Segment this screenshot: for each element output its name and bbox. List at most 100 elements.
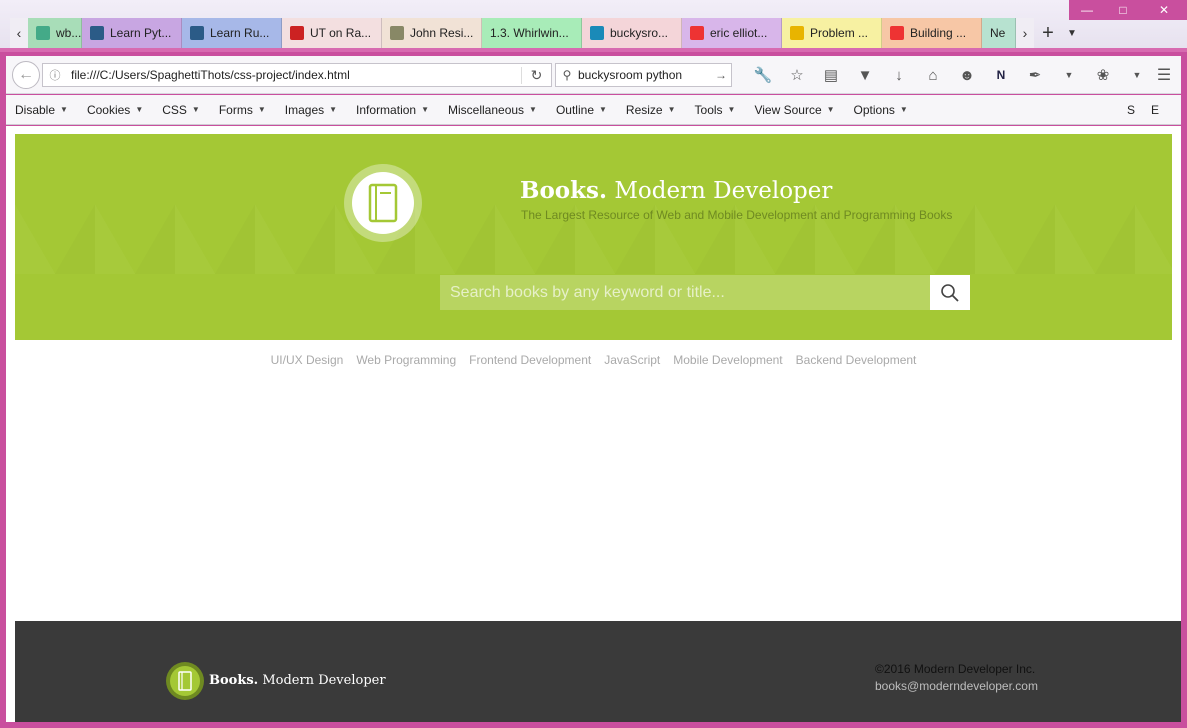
url-text[interactable]: file:///C:/Users/SpaghettiThots/css-proj… bbox=[67, 68, 521, 82]
footer-book-logo bbox=[166, 662, 204, 700]
devbar-menu-label: Options bbox=[853, 102, 895, 117]
caret-down-icon: ▼ bbox=[191, 105, 200, 114]
browser-tab[interactable]: eric elliot... bbox=[682, 18, 782, 48]
search-go-icon[interactable]: → bbox=[711, 68, 731, 82]
window-controls: — □ ✕ bbox=[1069, 0, 1187, 20]
tagline: The Largest Resource of Web and Mobile D… bbox=[521, 208, 953, 222]
bookmark-star-icon[interactable]: ☆ bbox=[780, 64, 814, 86]
brand-bold: Books. bbox=[520, 177, 608, 204]
browser-tab[interactable]: UT on Ra... bbox=[282, 18, 382, 48]
caret-down-icon: ▼ bbox=[257, 105, 266, 114]
footer-book-icon bbox=[178, 671, 192, 691]
tab-favicon-icon bbox=[890, 26, 904, 40]
browser-tab[interactable]: Learn Pyt... bbox=[82, 18, 182, 48]
title-bar: — □ ✕ ‹ wb... Learn Pyt... Learn Ru... UT o… bbox=[0, 0, 1187, 52]
home-icon[interactable]: ⌂ bbox=[916, 64, 950, 86]
devbar-menu-tools[interactable]: Tools ▼ bbox=[686, 103, 746, 117]
caret-down-icon: ▼ bbox=[667, 105, 676, 114]
devbar-menu-css[interactable]: CSS ▼ bbox=[153, 103, 210, 117]
dropdown-icon[interactable]: ▼ bbox=[1052, 64, 1086, 86]
tab-strip: ‹ wb... Learn Pyt... Learn Ru... UT on Ra..… bbox=[10, 18, 1082, 48]
category-link[interactable]: UI/UX Design bbox=[271, 353, 344, 367]
tab-label: Learn Ru... bbox=[210, 26, 270, 40]
download-icon[interactable]: ↓ bbox=[882, 64, 916, 86]
reading-list-icon[interactable]: ▤ bbox=[814, 64, 848, 86]
extension-n-icon[interactable]: N bbox=[984, 64, 1018, 86]
devbar-right: SE bbox=[1127, 103, 1181, 117]
book-logo bbox=[344, 164, 422, 242]
devbar-menu-options[interactable]: Options ▼ bbox=[845, 103, 918, 117]
browser-tab[interactable]: wb... bbox=[28, 18, 82, 48]
bug-icon[interactable]: ❀ bbox=[1086, 64, 1120, 86]
site-brand: Books. Modern Developer bbox=[520, 177, 832, 204]
devbar-menu-images[interactable]: Images ▼ bbox=[276, 103, 347, 117]
tab-favicon-icon bbox=[290, 26, 304, 40]
devbar-menu-outline[interactable]: Outline ▼ bbox=[547, 103, 617, 117]
tab-favicon-icon bbox=[190, 26, 204, 40]
search-bar-text[interactable]: buckysroom python bbox=[578, 68, 711, 82]
book-icon bbox=[368, 183, 398, 223]
devbar-menu-label: Miscellaneous bbox=[448, 102, 525, 117]
devbar-menu-resize[interactable]: Resize ▼ bbox=[617, 103, 686, 117]
pocket-icon[interactable]: ▼ bbox=[848, 64, 882, 86]
tab-scroll-right-icon[interactable]: › bbox=[1016, 18, 1034, 48]
devbar-menu-label: Forms bbox=[218, 102, 253, 117]
tab-scroll-left-icon[interactable]: ‹ bbox=[10, 18, 28, 48]
search-bar[interactable]: ⚲ buckysroom python → bbox=[555, 63, 732, 87]
maximize-icon[interactable]: □ bbox=[1105, 0, 1141, 20]
eyedropper-icon[interactable]: ✒ bbox=[1018, 64, 1052, 86]
reload-icon[interactable]: ↻ bbox=[521, 66, 551, 84]
tab-label: Problem ... bbox=[810, 26, 869, 40]
dropdown-2-icon[interactable]: ▼ bbox=[1120, 64, 1154, 86]
browser-tab[interactable]: 1.3. Whirlwin... bbox=[482, 18, 582, 48]
category-link[interactable]: Frontend Development bbox=[469, 353, 591, 367]
browser-tab[interactable]: Problem ... bbox=[782, 18, 882, 48]
back-button[interactable]: ← bbox=[12, 61, 40, 89]
devbar-menu-label: Outline bbox=[555, 102, 594, 117]
tab-label: buckysro... bbox=[610, 26, 669, 40]
book-search-button[interactable] bbox=[930, 275, 970, 310]
devbar-menu-miscellaneous[interactable]: Miscellaneous ▼ bbox=[439, 103, 547, 117]
devbar-menu-label: Images bbox=[284, 102, 325, 117]
tab-label: 1.3. Whirlwin... bbox=[490, 26, 569, 40]
menu-icon[interactable]: ☰ bbox=[1153, 65, 1175, 85]
category-link[interactable]: JavaScript bbox=[604, 353, 660, 367]
book-search-input[interactable] bbox=[440, 275, 930, 310]
devbar-right-item[interactable]: E bbox=[1151, 103, 1159, 117]
new-tab-icon[interactable]: + bbox=[1034, 18, 1062, 48]
category-link[interactable]: Web Programming bbox=[356, 353, 456, 367]
category-link[interactable]: Backend Development bbox=[796, 353, 917, 367]
tab-label: Learn Pyt... bbox=[110, 26, 172, 40]
caret-down-icon: ▼ bbox=[826, 105, 835, 114]
devbar-menu-information[interactable]: Information ▼ bbox=[347, 103, 439, 117]
devbar-menu-cookies[interactable]: Cookies ▼ bbox=[78, 103, 153, 117]
category-link[interactable]: Mobile Development bbox=[673, 353, 782, 367]
browser-tab[interactable]: buckysro... bbox=[582, 18, 682, 48]
info-icon[interactable]: ⓘ bbox=[43, 67, 67, 83]
minimize-icon[interactable]: — bbox=[1069, 0, 1105, 20]
tab-favicon-icon bbox=[90, 26, 104, 40]
page-viewport: Books. Modern Developer The Largest Reso… bbox=[6, 126, 1181, 722]
browser-tab[interactable]: Building ... bbox=[882, 18, 982, 48]
tab-favicon-icon bbox=[390, 26, 404, 40]
caret-down-icon: ▼ bbox=[421, 105, 429, 114]
url-bar[interactable]: ⓘ file:///C:/Users/SpaghettiThots/css-pr… bbox=[42, 63, 552, 87]
book-search bbox=[440, 275, 970, 310]
footer-copyright: ©2016 Modern Developer Inc. bbox=[875, 662, 1036, 676]
devbar-menu-label: Information bbox=[356, 102, 417, 117]
browser-tab[interactable]: John Resi... bbox=[382, 18, 482, 48]
wrench-icon[interactable]: 🔧 bbox=[746, 64, 780, 86]
tab-label: UT on Ra... bbox=[310, 26, 372, 40]
footer: Books. Modern Developer ©2016 Modern Dev… bbox=[15, 621, 1181, 722]
devbar-right-item[interactable]: S bbox=[1127, 103, 1135, 117]
browser-tab[interactable]: Ne bbox=[982, 18, 1016, 48]
hello-icon[interactable]: ☻ bbox=[950, 64, 984, 86]
devbar-menu-disable[interactable]: Disable ▼ bbox=[6, 103, 78, 117]
close-icon[interactable]: ✕ bbox=[1141, 0, 1187, 20]
tab-list-menu-icon[interactable]: ▼ bbox=[1062, 18, 1082, 48]
devbar-menu-view-source[interactable]: View Source ▼ bbox=[745, 103, 844, 117]
footer-email[interactable]: books@moderndeveloper.com bbox=[875, 679, 1038, 693]
devbar-menu-forms[interactable]: Forms ▼ bbox=[210, 103, 276, 117]
navigation-bar: ← ⓘ file:///C:/Users/SpaghettiThots/css-… bbox=[6, 56, 1181, 94]
browser-tab[interactable]: Learn Ru... bbox=[182, 18, 282, 48]
